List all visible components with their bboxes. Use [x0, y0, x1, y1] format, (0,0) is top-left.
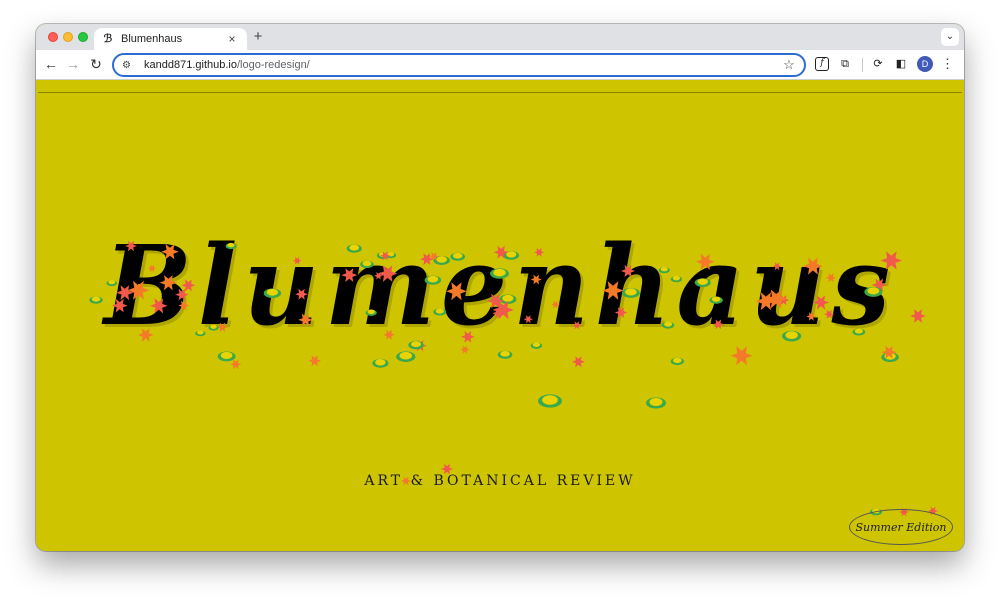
flower-leaf-mark	[670, 357, 684, 366]
flower-center-mark	[672, 357, 682, 364]
performance-icon[interactable]: ⟳	[871, 57, 885, 71]
flower-leaf-mark	[217, 351, 236, 362]
flower-leaf-mark	[881, 352, 899, 363]
side-panel-icon[interactable]: ◧	[894, 57, 908, 71]
close-tab-icon[interactable]: ×	[225, 32, 239, 46]
reload-button[interactable]: ↻	[88, 56, 104, 72]
flower-center-mark	[884, 352, 896, 360]
tab-blumenhaus[interactable]: ℬ Blumenhaus ×	[94, 28, 247, 50]
browser-window: ℬ Blumenhaus × + ⌄ ← → ↻ ⚙ kandd871.gith…	[36, 24, 964, 551]
extensions-puzzle-icon[interactable]: ⧉	[838, 57, 852, 71]
page-content: Blumenhaus ART & BOTANICAL REVIEW Summer…	[36, 81, 964, 551]
new-tab-button[interactable]: +	[251, 29, 265, 45]
header-rule	[38, 92, 962, 93]
forward-button[interactable]: →	[65, 56, 81, 72]
minimize-window-button[interactable]	[63, 32, 73, 42]
url-text[interactable]: kandd871.github.io/logo-redesign/	[144, 59, 780, 71]
flower-leaf-mark	[372, 358, 389, 368]
flower-center-mark	[649, 398, 663, 406]
browser-menu-icon[interactable]: ⋮	[941, 56, 954, 72]
bookmark-star-icon[interactable]: ☆	[780, 57, 798, 73]
profile-avatar[interactable]: D	[917, 56, 933, 72]
blumenhaus-logo: Blumenhaus	[103, 220, 896, 351]
flower-center-mark	[542, 395, 558, 405]
tab-strip: ℬ Blumenhaus × + ⌄	[36, 24, 964, 50]
tab-title: Blumenhaus	[121, 33, 183, 45]
flower-leaf-mark	[396, 351, 416, 362]
flower-star-mark	[230, 359, 242, 370]
flower-leaf-mark	[538, 394, 562, 408]
toolbar-divider	[862, 58, 863, 72]
flower-center-mark	[220, 351, 233, 360]
url-path: /logo-redesign/	[236, 59, 310, 71]
tab-search-button[interactable]: ⌄	[941, 28, 959, 46]
close-window-button[interactable]	[48, 32, 58, 42]
flower-leaf-mark	[497, 350, 513, 359]
badge-label: Summer Edition	[855, 520, 947, 534]
site-favicon-icon: ℬ	[103, 32, 113, 45]
browser-toolbar: ← → ↻ ⚙ kandd871.github.io/logo-redesign…	[36, 50, 964, 80]
flower-leaf-mark	[646, 397, 666, 409]
summer-edition-badge[interactable]: Summer Edition	[849, 509, 953, 545]
flower-star-mark	[308, 355, 322, 367]
flower-center-mark	[399, 351, 413, 360]
back-button[interactable]: ←	[43, 56, 59, 72]
flower-star-mark	[571, 356, 585, 368]
flower-center-mark	[500, 350, 510, 357]
extension-f-icon[interactable]: f	[815, 57, 829, 71]
address-bar[interactable]: ⚙ kandd871.github.io/logo-redesign/ ☆	[112, 53, 806, 77]
flower-center-mark	[375, 359, 386, 366]
site-info-icon[interactable]: ⚙	[122, 60, 136, 71]
zoom-window-button[interactable]	[78, 32, 88, 42]
url-host: kandd871.github.io	[144, 59, 237, 71]
site-subtitle: ART & BOTANICAL REVIEW	[364, 473, 636, 489]
